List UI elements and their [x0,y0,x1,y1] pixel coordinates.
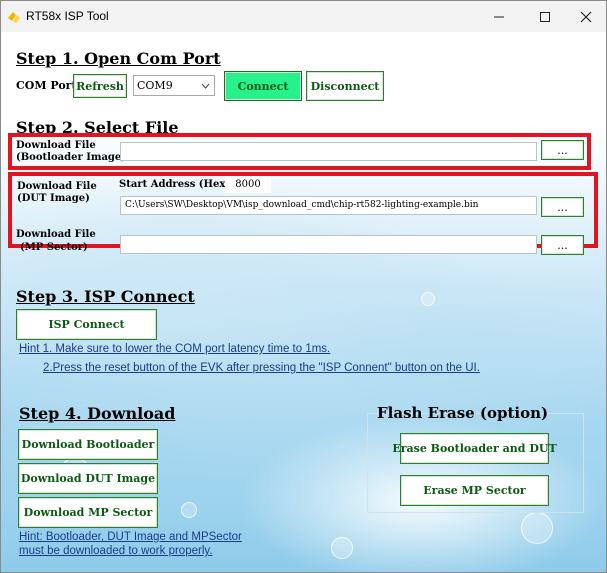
mp-label-line1: Download File [16,229,96,240]
minimize-button[interactable] [476,1,522,32]
bootloader-label-line2: (Bootloader Image) [16,152,127,163]
main-panel: Step 1. Open Com Port COM Port Refresh C… [1,32,606,572]
browse-bootloader-button[interactable]: ... [541,140,584,160]
dut-label-line2: (DUT Image) [17,193,90,204]
com-port-select[interactable]: COM9 [133,75,215,96]
close-button[interactable] [563,1,606,32]
minimize-icon [494,16,504,17]
background-bubble [521,512,553,544]
background-bubble [331,537,353,559]
maximize-icon [540,11,550,22]
download-mp-sector-button[interactable]: Download MP Sector [18,497,158,528]
flash-erase-heading: Flash Erase (option) [377,404,549,422]
com-port-value: COM9 [137,79,173,92]
step1-heading: Step 1. Open Com Port [16,49,221,68]
start-address-label: Start Address (Hex) [119,179,231,190]
hint-download-line1: Hint: Bootloader, DUT Image and MPSector [19,531,242,543]
bootloader-label-line1: Download File [16,140,96,151]
disconnect-button[interactable]: Disconnect [306,71,384,101]
isp-connect-button[interactable]: ISP Connect [16,309,157,340]
dut-label-line1: Download File [17,181,97,192]
hint-latency: Hint 1. Make sure to lower the COM port … [19,343,331,355]
connect-button[interactable]: Connect [224,71,302,101]
refresh-button[interactable]: Refresh [73,74,127,98]
bootloader-file-label: Download File (Bootloader Image) [16,140,126,164]
hint-download-line2: must be downloaded to work properly. [19,545,213,557]
mp-file-label: Download File (MP Sector) [16,228,96,254]
erase-mp-sector-button[interactable]: Erase MP Sector [400,475,549,506]
hint-reset: 2.Press the reset button of the EVK afte… [43,362,480,374]
mp-path-input[interactable] [120,235,537,254]
step4-heading: Step 4. Download [19,404,176,423]
title-bar: RT58x ISP Tool [1,1,606,32]
window-title: RT58x ISP Tool [26,9,109,23]
chevron-down-icon [201,83,210,89]
download-bootloader-button[interactable]: Download Bootloader [18,429,158,460]
browse-dut-button[interactable]: ... [541,197,584,217]
bootloader-path-input[interactable] [120,142,537,161]
dut-file-label: Download File (DUT Image) [17,181,97,205]
com-port-label: COM Port [16,79,77,92]
erase-bootloader-dut-button[interactable]: Erase Bootloader and DUT [392,433,557,464]
background-bubble [181,502,197,518]
maximize-button[interactable] [522,1,568,32]
app-window: RT58x ISP Tool Step 1. Open Com Port COM… [0,0,607,573]
start-address-input[interactable]: 8000 [225,176,271,193]
dut-path-input[interactable]: C:\Users\SW\Desktop\VM\isp_download_cmd\… [120,196,537,215]
mp-label-line2: (MP Sector) [20,242,88,253]
app-logo-icon [8,12,20,23]
step3-heading: Step 3. ISP Connect [16,287,195,306]
close-icon [580,11,592,22]
browse-mp-button[interactable]: ... [541,235,584,255]
download-dut-image-button[interactable]: Download DUT Image [18,463,158,494]
background-bubble [421,292,435,306]
